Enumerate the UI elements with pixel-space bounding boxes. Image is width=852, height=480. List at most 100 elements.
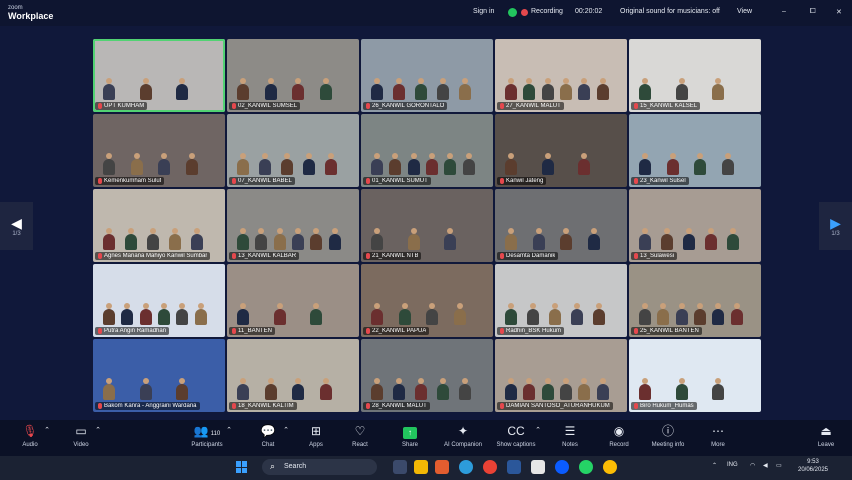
- sparkle-icon: ✦: [457, 424, 469, 438]
- participant-video-scene: [495, 78, 627, 100]
- maximize-icon[interactable]: ⧠: [810, 8, 816, 16]
- participant-name: Desamta Damanik: [506, 253, 556, 259]
- mic-muted-icon: [98, 178, 102, 184]
- mic-muted-icon: [366, 103, 370, 109]
- participant-tile[interactable]: Radhin_BSK Hukum: [495, 264, 627, 337]
- mic-muted-icon: [500, 103, 504, 109]
- zoom-taskbar-icon[interactable]: [555, 460, 569, 474]
- recording-label[interactable]: Recording: [531, 8, 563, 15]
- participant-tile[interactable]: 15_KANWIL KALSEL: [629, 39, 761, 112]
- participant-tile[interactable]: Putra Angin Ramadhan: [93, 264, 225, 337]
- mic-muted-icon: [366, 328, 370, 334]
- security-shield-icon[interactable]: [508, 8, 517, 17]
- toolbar-button-label: Leave: [817, 442, 835, 448]
- battery-icon[interactable]: ▭: [776, 462, 782, 469]
- meeting-info-button[interactable]: ⓘ Meeting info: [644, 424, 692, 448]
- participant-tile[interactable]: 22_KANWIL PAPUA: [361, 264, 493, 337]
- edge-icon[interactable]: [459, 460, 473, 474]
- toolbar-button-label: Chat: [261, 442, 275, 448]
- minimize-icon[interactable]: –: [782, 8, 786, 15]
- chrome-profile-icon[interactable]: [603, 460, 617, 474]
- participant-name: DAMIAN SANTOSO_ATURANHUKUM: [506, 403, 610, 409]
- participant-tile[interactable]: 02_KANWIL SUMSEL: [227, 39, 359, 112]
- page-indicator-right: 1/3: [831, 231, 840, 237]
- more-button[interactable]: ⋯ More: [694, 424, 742, 448]
- participant-tile[interactable]: 28_KANWIL MALUT: [361, 339, 493, 412]
- participant-tile[interactable]: 13_KANWIL KALBAR: [227, 189, 359, 262]
- participant-tile[interactable]: Kemenkumham Sulut: [93, 114, 225, 187]
- word-icon[interactable]: [507, 460, 521, 474]
- original-sound-status[interactable]: Original sound for musicians: off: [620, 8, 720, 15]
- notes-button[interactable]: ☰ Notes: [546, 424, 594, 448]
- mic-muted-icon: [232, 253, 236, 259]
- toolbar-button-label: Notes: [562, 442, 578, 448]
- close-icon[interactable]: ✕: [836, 8, 842, 16]
- participant-tile[interactable]: Biro Hukum_Humas: [629, 339, 761, 412]
- participant-tile[interactable]: Desamta Damanik: [495, 189, 627, 262]
- mic-muted-icon: [634, 253, 638, 259]
- next-page-button[interactable]: ▶ 1/3: [819, 202, 852, 250]
- title-bar: zoom Workplace Sign in Recording 00:20:0…: [0, 0, 852, 26]
- apps-button[interactable]: ⊞ Apps: [292, 424, 340, 448]
- toolbar-button-label: Meeting info: [651, 442, 685, 448]
- logo-line2: Workplace: [8, 11, 54, 21]
- participant-tile[interactable]: Bakom Kanra - Anggraini Wardana: [93, 339, 225, 412]
- participant-name: Bakom Kanra - Anggraini Wardana: [104, 403, 197, 409]
- participant-name-tag: 25_KANWIL BANTEN: [631, 327, 702, 335]
- task-view-icon[interactable]: [393, 460, 407, 474]
- toolbar-button-label: Share: [401, 442, 418, 448]
- tray-language[interactable]: ING: [727, 462, 738, 468]
- prev-page-button[interactable]: ◀ 1/3: [0, 202, 33, 250]
- mic-muted-icon: [232, 103, 236, 109]
- participant-name-tag: Putra Angin Ramadhan: [95, 327, 170, 335]
- participant-tile[interactable]: 27_KANWIL MALUT: [495, 39, 627, 112]
- recording-timer: 00:20:02: [575, 8, 603, 15]
- toolbar-button-label: Apps: [309, 442, 323, 448]
- windows-start-icon[interactable]: [236, 461, 248, 473]
- participant-tile[interactable]: 18_KANWIL KALTIM: [227, 339, 359, 412]
- participant-tile[interactable]: Kanwil Jateng: [495, 114, 627, 187]
- participant-tile[interactable]: 01_KANWIL SUMUT: [361, 114, 493, 187]
- participant-name-tag: 28_KANWIL MALUT: [363, 402, 430, 410]
- participant-tile[interactable]: DAMIAN SANTOSO_ATURANHUKUM: [495, 339, 627, 412]
- apps-icon: ⊞: [310, 424, 322, 438]
- leave-button[interactable]: ⏏ Leave: [802, 424, 850, 448]
- capcut-icon[interactable]: [531, 460, 545, 474]
- share-button[interactable]: ↑ Share: [386, 424, 434, 448]
- browser-app-icon[interactable]: [435, 460, 449, 474]
- tray-chevron-icon[interactable]: ⌃: [712, 462, 717, 469]
- whatsapp-icon[interactable]: [579, 460, 593, 474]
- volume-icon[interactable]: ◀: [763, 462, 768, 469]
- participant-tile[interactable]: 07_KANWIL BABEL: [227, 114, 359, 187]
- participant-tile[interactable]: 25_KANWIL BANTEN: [629, 264, 761, 337]
- participant-tile[interactable]: 13_Sulawesi: [629, 189, 761, 262]
- wifi-icon[interactable]: ◠: [750, 462, 755, 469]
- participant-tile[interactable]: UPT KUMHAM: [93, 39, 225, 112]
- sign-in-link[interactable]: Sign in: [473, 8, 494, 15]
- mic-muted-icon: [634, 178, 638, 184]
- participant-tile[interactable]: 21_KANWIL NTB: [361, 189, 493, 262]
- file-explorer-icon[interactable]: [414, 460, 428, 474]
- ai-companion-button[interactable]: ✦ AI Companion: [439, 424, 487, 448]
- participant-video-scene: [361, 78, 493, 100]
- taskbar-clock[interactable]: 9:53 20/06/2025: [793, 458, 833, 474]
- participant-video-scene: [227, 153, 359, 175]
- mic-muted-icon: [634, 103, 638, 109]
- participant-tile[interactable]: 11_BANTEN: [227, 264, 359, 337]
- participant-video-scene: [93, 378, 225, 400]
- participant-name-tag: 07_KANWIL BABEL: [229, 177, 295, 185]
- participant-video-scene: [495, 228, 627, 250]
- record-button[interactable]: ◉ Record: [595, 424, 643, 448]
- mic-muted-icon: [232, 178, 236, 184]
- mic-muted-icon: [98, 103, 102, 109]
- taskbar-search[interactable]: ⌕ Search: [262, 459, 377, 475]
- participant-video-scene: [227, 228, 359, 250]
- participant-tile[interactable]: 26_KANWIL GORONTALO: [361, 39, 493, 112]
- view-menu[interactable]: View: [737, 8, 752, 15]
- chrome-icon[interactable]: [483, 460, 497, 474]
- participant-tile[interactable]: Agnes Mariana Mahiyo Kanwil Sumbar: [93, 189, 225, 262]
- participant-video-scene: [629, 228, 761, 250]
- react-button[interactable]: ♡ React: [336, 424, 384, 448]
- participant-tile[interactable]: 23_Kanwil Sulsel: [629, 114, 761, 187]
- chevron-up-icon[interactable]: ⌃: [74, 424, 122, 438]
